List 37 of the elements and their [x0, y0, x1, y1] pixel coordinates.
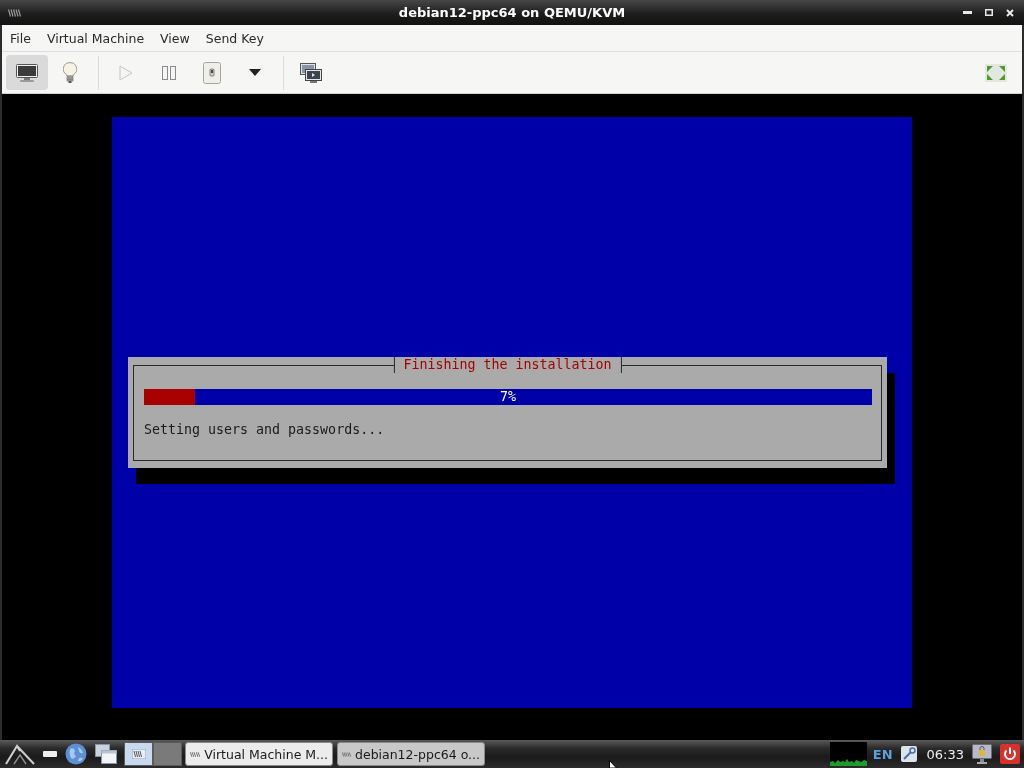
- power-icon[interactable]: [1000, 744, 1020, 764]
- keyboard-layout-indicator[interactable]: EN: [872, 746, 893, 762]
- vm-logo-icon: [190, 750, 202, 758]
- monitor-icon: [16, 63, 38, 82]
- status-text: Setting users and passwords...: [144, 422, 385, 438]
- maximize-icon[interactable]: [985, 9, 993, 16]
- pause-icon: [162, 65, 176, 80]
- window-title: debian12-ppc64 on QEMU/KVM: [397, 5, 627, 20]
- cpu-graph: [829, 742, 867, 766]
- globe-icon[interactable]: [65, 743, 87, 765]
- clock[interactable]: 06:33: [926, 746, 964, 762]
- console-button[interactable]: [6, 55, 48, 90]
- vm-logo-icon[interactable]: [8, 8, 21, 17]
- fullscreen-icon: [985, 63, 1007, 82]
- overlapping-windows-icon[interactable]: [95, 744, 117, 764]
- mountain-logo-icon[interactable]: [5, 743, 35, 765]
- menu-item[interactable]: Send Key: [197, 27, 272, 49]
- progress-reading: 7%: [500, 389, 516, 405]
- key-icon[interactable]: [900, 746, 917, 762]
- menu-item[interactable]: Virtual Machine: [38, 27, 153, 49]
- menu-item[interactable]: View: [152, 27, 198, 49]
- desktop-thumbnail[interactable]: [124, 742, 153, 766]
- vm-logo-icon: [342, 750, 352, 758]
- dialog-title: Finishing the installation: [393, 357, 622, 373]
- close-icon[interactable]: [1006, 8, 1014, 17]
- menu-item[interactable]: File: [2, 27, 39, 49]
- caret-icon: [249, 69, 261, 76]
- two-screens-icon: [300, 62, 322, 83]
- mouse-pointer-icon: [609, 760, 617, 768]
- monitor-lock-icon[interactable]: [972, 744, 992, 764]
- desktop-thumbnail[interactable]: [153, 742, 182, 766]
- taskbar-button[interactable]: Virtual Machine M...: [185, 742, 333, 766]
- play-icon: [119, 64, 133, 81]
- switch-icon: [203, 61, 221, 84]
- window-thumbnail-icon: [131, 749, 146, 759]
- taskbar-button[interactable]: debian12-ppc64 o...: [337, 742, 485, 766]
- light-bulb-icon: [63, 62, 77, 83]
